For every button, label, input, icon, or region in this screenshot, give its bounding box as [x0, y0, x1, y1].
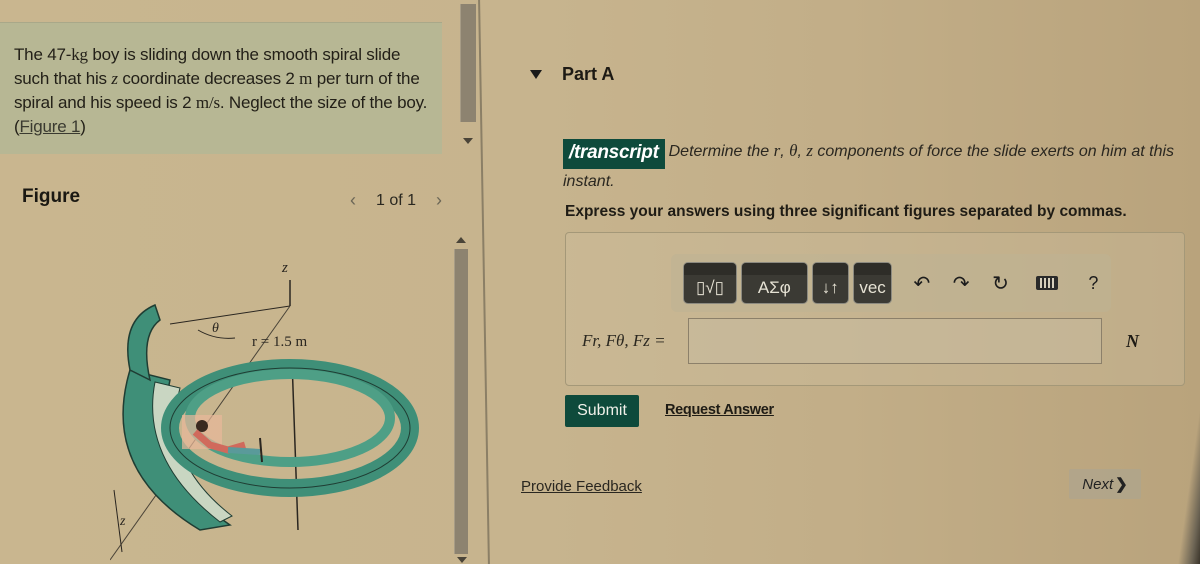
- caret-down-icon: [530, 70, 542, 79]
- answer-input[interactable]: [688, 318, 1102, 364]
- kg-unit: kg: [71, 45, 88, 64]
- chevron-left-icon[interactable]: ‹: [350, 190, 356, 211]
- problem-text-1: The 47-: [14, 45, 72, 64]
- greek-symbols-label: ΑΣφ: [757, 278, 791, 297]
- math-toolbar: ▯√▯ ΑΣφ ↓↑ vec ↶ ↷ ↻ ?: [671, 254, 1111, 312]
- vector-button[interactable]: vec: [852, 262, 893, 304]
- answer-panel: ▯√▯ ΑΣφ ↓↑ vec ↶ ↷ ↻ ? Fr, Fθ, Fz = N: [565, 232, 1185, 386]
- z-height-label: z: [119, 514, 126, 529]
- provide-feedback-link[interactable]: Provide Feedback: [521, 478, 642, 495]
- z-axis-lower: [291, 359, 299, 531]
- help-button[interactable]: ?: [1076, 273, 1111, 294]
- var-z: z: [806, 141, 813, 160]
- reset-icon[interactable]: ↻: [983, 271, 1018, 296]
- question-text: /transcript Determine the r, θ, z compone…: [563, 138, 1193, 195]
- redo-icon[interactable]: ↷: [944, 271, 979, 296]
- figure-page-count: 1 of 1: [376, 191, 417, 209]
- problem-scrollbar[interactable]: [458, 2, 476, 152]
- greek-symbols-button[interactable]: ΑΣφ: [740, 262, 808, 304]
- theta-label: θ: [212, 321, 219, 336]
- scrollbar-thumb[interactable]: [454, 249, 468, 554]
- part-title: Part A: [562, 64, 615, 84]
- question-pre: Determine the: [668, 143, 774, 160]
- pane-divider[interactable]: [478, 0, 490, 564]
- chevron-right-icon: ❯: [1115, 476, 1128, 493]
- speed-unit: m/s: [195, 93, 220, 112]
- vec-label: vec: [859, 278, 886, 297]
- unit-label: N: [1126, 331, 1139, 351]
- arrows-icon: ↓↑: [821, 278, 839, 297]
- comma: ,: [797, 143, 807, 160]
- answer-instruction: Express your answers using three signifi…: [565, 203, 1127, 220]
- undo-icon[interactable]: ↶: [904, 271, 939, 296]
- m-unit: m: [299, 69, 313, 88]
- slide-entry: [127, 303, 161, 382]
- chevron-right-icon[interactable]: ›: [436, 190, 442, 211]
- right-pane: Part A /transcript Determine the r, θ, z …: [490, 0, 1200, 564]
- figure-header: Figure: [22, 186, 81, 207]
- answer-label: Fr, Fθ, Fz =: [582, 331, 666, 350]
- figure-1-link[interactable]: Figure 1: [19, 117, 80, 136]
- request-answer-link[interactable]: Request Answer: [665, 402, 774, 418]
- theta-reference-line: [169, 305, 291, 325]
- left-pane: The 47-kg boy is sliding down the smooth…: [0, 0, 476, 564]
- scroll-down-arrow-icon[interactable]: [457, 557, 467, 563]
- problem-statement: The 47-kg boy is sliding down the smooth…: [14, 43, 428, 139]
- z-axis-label: z: [281, 260, 288, 276]
- next-button[interactable]: Next ❯: [1069, 469, 1141, 499]
- scroll-down-arrow-icon[interactable]: [463, 138, 473, 144]
- spiral-slide-figure: z θ r = 1.5 m z: [109, 240, 440, 564]
- comma: ,: [780, 143, 790, 160]
- figure-scrollbar[interactable]: [450, 225, 474, 564]
- submit-button[interactable]: Submit: [565, 395, 639, 427]
- figure-pager: ‹ 1 of 1 ›: [350, 190, 442, 211]
- next-label: Next: [1082, 476, 1114, 493]
- scroll-up-arrow-icon[interactable]: [456, 237, 466, 243]
- boy-legs: [227, 447, 261, 455]
- templates-icon: ▯√▯: [695, 278, 724, 297]
- templates-button[interactable]: ▯√▯: [683, 262, 737, 304]
- spiral-slide-diagram: z θ r = 1.5 m z: [109, 260, 419, 561]
- problem-statement-box: The 47-kg boy is sliding down the smooth…: [0, 22, 442, 154]
- radius-label: r = 1.5 m: [252, 334, 307, 350]
- problem-text-3: coordinate decreases 2: [117, 69, 300, 88]
- problem-text-6: ): [80, 117, 86, 136]
- scrollbar-thumb[interactable]: [460, 4, 476, 122]
- keyboard-icon[interactable]: [1036, 276, 1058, 290]
- transcript-badge[interactable]: /transcript: [563, 139, 665, 169]
- subscript-superscript-button[interactable]: ↓↑: [811, 262, 849, 304]
- part-a-header[interactable]: Part A: [530, 64, 614, 85]
